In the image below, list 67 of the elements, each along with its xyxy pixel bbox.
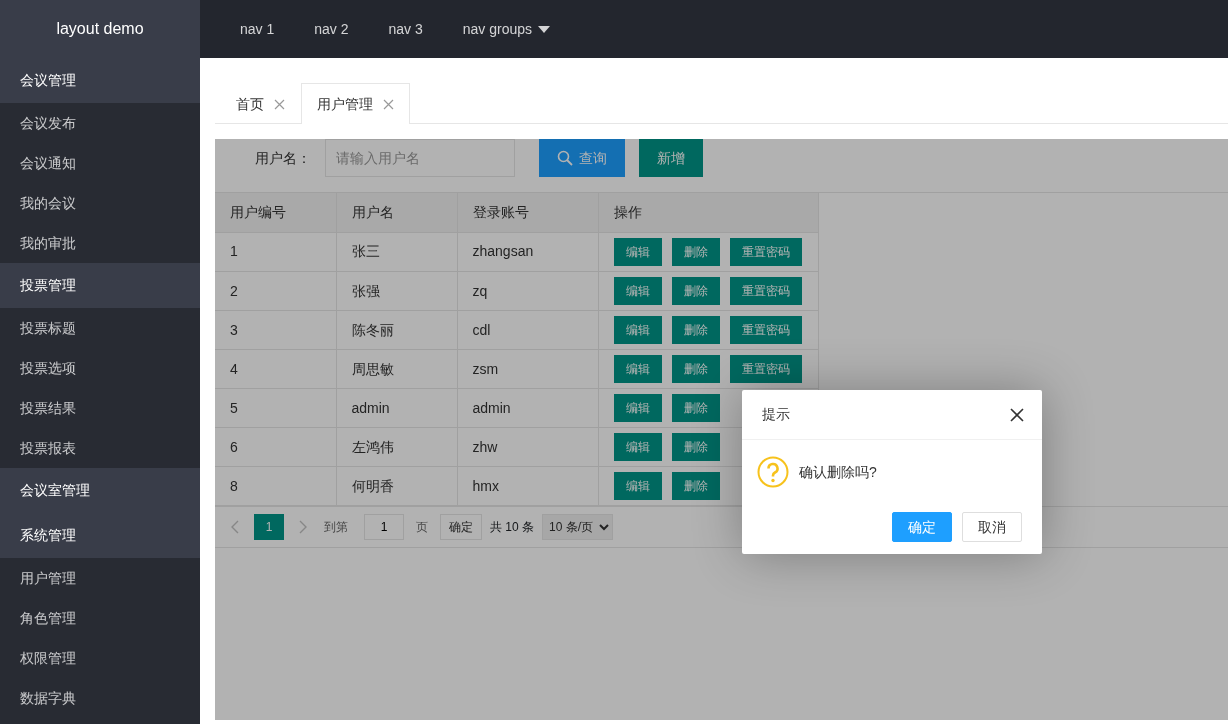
- sidebar-group[interactable]: 会议室管理: [0, 468, 200, 513]
- close-icon: [274, 98, 285, 110]
- tab[interactable]: 用户管理: [301, 83, 410, 124]
- goto-label: 到第: [324, 518, 348, 536]
- sidebar-item[interactable]: 投票结果: [0, 388, 200, 428]
- sidebar-item[interactable]: 会议通知: [0, 143, 200, 183]
- nav-link[interactable]: nav 2: [294, 0, 369, 58]
- column-header: 操作: [598, 193, 818, 232]
- total-count: 共 10 条: [490, 518, 534, 536]
- table-cell: admin: [336, 388, 457, 428]
- sidebar-item[interactable]: 数据字典: [0, 678, 200, 718]
- confirm-page-button[interactable]: 确定: [440, 513, 482, 540]
- table-cell: 左鸿伟: [336, 427, 457, 467]
- page-size-select[interactable]: 10 条/页: [542, 513, 613, 540]
- previous-icon: [230, 519, 240, 534]
- table-cell: admin: [457, 388, 598, 428]
- app-title: layout demo: [56, 19, 144, 39]
- cancel-button[interactable]: 取消: [962, 512, 1022, 542]
- username-field[interactable]: 请输入用户名: [325, 139, 515, 177]
- dialog-title: 提示: [762, 405, 790, 424]
- sidebar-group[interactable]: 投票管理: [0, 263, 200, 308]
- page-field[interactable]: 1: [364, 513, 404, 540]
- table-cell: 8: [215, 466, 336, 506]
- close-icon: [383, 98, 394, 110]
- table-cell: hmx: [457, 466, 598, 506]
- nav-link[interactable]: nav 1: [220, 0, 295, 58]
- sidebar-item[interactable]: 会议发布: [0, 103, 200, 143]
- sidebar-group[interactable]: 系统管理: [0, 513, 200, 558]
- column-header: 用户编号: [215, 193, 336, 232]
- table-cell: 何明香: [336, 466, 457, 506]
- table-cell: 周思敏: [336, 349, 457, 389]
- table-cell: zsm: [457, 349, 598, 389]
- sidebar-group[interactable]: 会议管理: [0, 58, 200, 103]
- table-cell: 6: [215, 427, 336, 467]
- table-cell: 5: [215, 388, 336, 428]
- table-cell: 张强: [336, 271, 457, 311]
- table-cell: 张三: [336, 232, 457, 272]
- tab[interactable]: 首页: [220, 83, 301, 124]
- close-icon[interactable]: [1010, 407, 1024, 422]
- table-cell: zhw: [457, 427, 598, 467]
- table-cell: zhangsan: [457, 232, 598, 272]
- nav-link[interactable]: nav 3: [368, 0, 443, 58]
- sidebar-item[interactable]: 投票选项: [0, 348, 200, 388]
- sidebar-item[interactable]: 投票标题: [0, 308, 200, 348]
- sidebar-item[interactable]: 我的审批: [0, 223, 200, 263]
- sidebar-item[interactable]: 用户管理: [0, 558, 200, 598]
- caret-icon: [538, 25, 551, 33]
- column-header: 用户名: [336, 193, 457, 232]
- page-unit-label: 页: [416, 518, 428, 536]
- table-cell: 2: [215, 271, 336, 311]
- table-cell: cdl: [457, 310, 598, 350]
- sidebar-item[interactable]: 我的会议: [0, 183, 200, 223]
- table-cell: 3: [215, 310, 336, 350]
- search-icon: [557, 150, 573, 166]
- sidebar-item[interactable]: 角色管理: [0, 598, 200, 638]
- dialog-message: 确认删除吗?: [799, 462, 877, 482]
- table-cell: 4: [215, 349, 336, 389]
- sidebar-item[interactable]: 投票报表: [0, 428, 200, 468]
- sidebar-item[interactable]: 权限管理: [0, 638, 200, 678]
- question-icon: [757, 456, 789, 488]
- column-header: 登录账号: [457, 193, 598, 232]
- nav-link[interactable]: nav groups: [442, 0, 571, 58]
- table-cell: 陈冬丽: [336, 310, 457, 350]
- next-icon: [298, 519, 308, 534]
- table-cell: zq: [457, 271, 598, 311]
- field-label: 用户名：: [255, 149, 312, 168]
- table-cell: 1: [215, 232, 336, 272]
